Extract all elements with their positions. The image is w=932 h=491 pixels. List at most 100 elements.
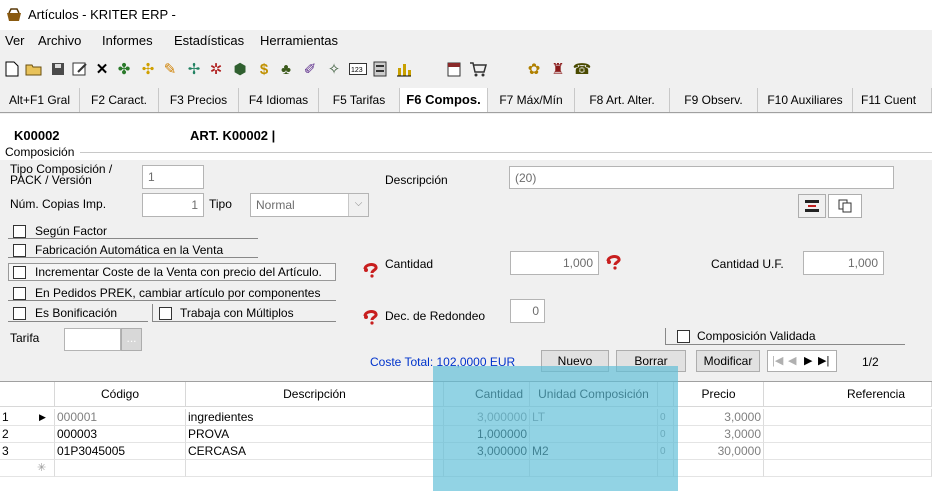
tool-icon-6[interactable]: ⬢ xyxy=(230,59,250,79)
tab-max-min[interactable]: F7 Máx/Mín xyxy=(488,88,575,112)
multiplos-checkbox[interactable] xyxy=(159,307,172,320)
nuevo-button[interactable]: Nuevo xyxy=(541,350,609,372)
first-record-icon[interactable]: |◀ xyxy=(772,354,783,367)
grid-header-narrow[interactable] xyxy=(658,382,674,407)
tarifa-field[interactable] xyxy=(64,328,121,351)
descripcion-field[interactable]: (20) xyxy=(509,166,894,189)
cell-precio[interactable]: 30,0000 xyxy=(674,443,764,460)
chart-icon[interactable] xyxy=(394,59,414,79)
tipo-select[interactable]: Normal ⌵ xyxy=(250,193,369,217)
segun-factor-checkbox[interactable] xyxy=(13,225,26,238)
cell-unidad[interactable] xyxy=(530,460,658,477)
dec-redondeo-field[interactable]: 0 xyxy=(510,299,545,323)
num-copias-field[interactable]: 1 xyxy=(142,193,204,217)
edit-icon[interactable] xyxy=(70,59,90,79)
cell-descripcion[interactable]: CERCASA xyxy=(186,443,444,460)
open-folder-icon[interactable] xyxy=(24,59,44,79)
cell-unidad[interactable] xyxy=(530,426,658,443)
cell-referencia[interactable] xyxy=(764,426,932,443)
table-row[interactable]: 1 ▶ xyxy=(0,409,55,426)
chevron-down-icon[interactable]: ⌵ xyxy=(348,194,368,216)
cell-flag[interactable]: 0 xyxy=(658,409,674,426)
cell-flag[interactable]: 0 xyxy=(658,443,674,460)
tab-articulos-alternativos[interactable]: F8 Art. Alter. xyxy=(575,88,670,112)
tipo-composicion-field[interactable]: 1 xyxy=(142,165,204,189)
grid-header-unidad[interactable]: Unidad Composición xyxy=(530,382,658,407)
calendar-icon[interactable] xyxy=(444,59,464,79)
incrementar-checkbox[interactable] xyxy=(13,266,26,279)
cell-cantidad[interactable]: 1,000000 xyxy=(444,426,530,443)
menu-estadisticas[interactable]: Estadísticas xyxy=(174,33,244,48)
tool-icon-8[interactable]: ✐ xyxy=(300,59,320,79)
tool-icon-5[interactable]: ✲ xyxy=(206,59,226,79)
cell-precio[interactable] xyxy=(674,460,764,477)
grid-header-referencia[interactable]: Referencia xyxy=(764,382,932,407)
tab-precios[interactable]: F3 Precios xyxy=(159,88,239,112)
cell-cantidad[interactable] xyxy=(444,460,530,477)
grid-header-codigo[interactable]: Código xyxy=(55,382,186,407)
delete-icon[interactable]: ✕ xyxy=(92,59,112,79)
cell-codigo[interactable]: 000001 xyxy=(55,409,186,426)
menu-ver[interactable]: Ver xyxy=(5,33,25,48)
new-document-icon[interactable] xyxy=(2,59,22,79)
cell-referencia[interactable] xyxy=(764,460,932,477)
menu-informes[interactable]: Informes xyxy=(102,33,153,48)
menu-herramientas[interactable]: Herramientas xyxy=(260,33,338,48)
question-red-icon[interactable] xyxy=(606,254,624,270)
cell-precio[interactable]: 3,0000 xyxy=(674,409,764,426)
tab-observaciones[interactable]: F9 Observ. xyxy=(670,88,758,112)
tool-icon-12[interactable]: ☎ xyxy=(572,59,592,79)
grid-header-precio[interactable]: Precio xyxy=(674,382,764,407)
tool-icon-2[interactable]: ✣ xyxy=(138,59,158,79)
cell-codigo[interactable]: 01P3045005 xyxy=(55,443,186,460)
tool-icon-11[interactable]: ♜ xyxy=(548,59,568,79)
composicion-validada-checkbox[interactable] xyxy=(677,330,690,343)
cell-codigo[interactable]: 000003 xyxy=(55,426,186,443)
composition-tree-button[interactable] xyxy=(798,194,826,218)
grid-header-cantidad[interactable]: Cantidad xyxy=(444,382,530,407)
cantidad-field[interactable]: 1,000 xyxy=(510,251,599,275)
cell-unidad[interactable]: LT xyxy=(530,409,658,426)
cell-referencia[interactable] xyxy=(764,443,932,460)
grid-header-descripcion[interactable]: Descripción xyxy=(186,382,444,407)
cell-flag[interactable]: 0 xyxy=(658,426,674,443)
cell-precio[interactable]: 3,0000 xyxy=(674,426,764,443)
cart-icon[interactable] xyxy=(468,59,488,79)
modificar-button[interactable]: Modificar xyxy=(696,350,760,372)
tab-general[interactable]: Alt+F1 Gral xyxy=(0,88,80,112)
filter-icon[interactable] xyxy=(370,59,390,79)
tool-icon-9[interactable]: ✧ xyxy=(324,59,344,79)
cell-cantidad[interactable]: 3,000000 xyxy=(444,443,530,460)
tab-caracteristicas[interactable]: F2 Caract. xyxy=(80,88,159,112)
calculator-icon[interactable]: 123 xyxy=(348,59,368,79)
prev-record-icon[interactable]: ◀ xyxy=(788,354,796,367)
tool-icon-3[interactable]: ✎ xyxy=(160,59,180,79)
money-icon[interactable]: $ xyxy=(254,59,274,79)
cell-cantidad[interactable]: 3,000000 xyxy=(444,409,530,426)
cell-descripcion[interactable] xyxy=(186,460,444,477)
question-red-icon[interactable] xyxy=(363,262,381,278)
tool-icon-7[interactable]: ♣ xyxy=(276,59,296,79)
cell-descripcion[interactable]: ingredientes xyxy=(186,409,444,426)
cell-flag[interactable] xyxy=(658,460,674,477)
menu-archivo[interactable]: Archivo xyxy=(38,33,81,48)
save-icon[interactable] xyxy=(48,59,68,79)
table-row[interactable]: 3 xyxy=(0,443,55,460)
fabricacion-checkbox[interactable] xyxy=(13,244,26,257)
last-record-icon[interactable]: ▶| xyxy=(818,354,829,367)
bonificacion-checkbox[interactable] xyxy=(13,307,26,320)
pedidos-checkbox[interactable] xyxy=(13,287,26,300)
copy-button[interactable] xyxy=(828,194,862,218)
next-record-icon[interactable]: ▶ xyxy=(804,354,812,367)
cell-codigo[interactable] xyxy=(55,460,186,477)
cell-unidad[interactable]: M2 xyxy=(530,443,658,460)
cantidad-uf-field[interactable]: 1,000 xyxy=(803,251,884,275)
tool-icon-1[interactable]: ✤ xyxy=(114,59,134,79)
cell-descripcion[interactable]: PROVA xyxy=(186,426,444,443)
tab-tarifas[interactable]: F5 Tarifas xyxy=(319,88,400,112)
cell-referencia[interactable] xyxy=(764,409,932,426)
tab-auxiliares[interactable]: F10 Auxiliares xyxy=(758,88,853,112)
question-red-icon[interactable] xyxy=(363,309,381,325)
table-row[interactable]: ✳ xyxy=(0,460,55,477)
borrar-button[interactable]: Borrar xyxy=(616,350,686,372)
